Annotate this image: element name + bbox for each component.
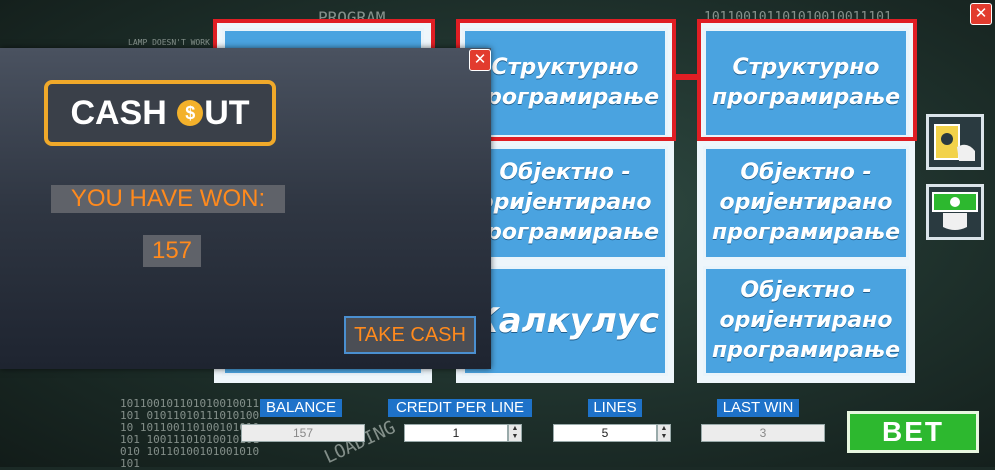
game-close-button[interactable]: ✕ (970, 3, 992, 25)
last-win-field: 3 (701, 424, 825, 442)
take-cash-button[interactable]: TAKE CASH (344, 316, 476, 354)
lines-stepper[interactable]: ▲ ▼ (657, 424, 671, 442)
cashout-logo-text-left: CASH (70, 93, 177, 132)
credit-per-line-stepper[interactable]: ▲ ▼ (508, 424, 522, 442)
win-line-connector (674, 74, 700, 80)
won-label: YOU HAVE WON: (51, 185, 285, 213)
lines-field[interactable]: 5 (553, 424, 657, 442)
credit-per-line-field[interactable]: 1 (404, 424, 508, 442)
credit-per-line-label: CREDIT PER LINE (388, 399, 532, 417)
reel-3-symbol-2: Објектно - оријентирано програмирање (703, 146, 909, 260)
cashout-logo-text-right: UT (204, 93, 250, 132)
coin-icon: $ (177, 100, 204, 126)
win-frame-reel-1 (213, 19, 435, 51)
cash-card-icon[interactable] (926, 114, 984, 170)
cashout-close-button[interactable]: ✕ (469, 49, 491, 71)
money-hand-icon[interactable] (926, 184, 984, 240)
banknote-icon (932, 192, 978, 230)
reel-2-symbol-2: Објектно - оријентирано програмирање (462, 146, 668, 260)
cashout-logo: CASH $ UT (44, 80, 276, 146)
balance-label: BALANCE (260, 399, 342, 417)
chalk-binary-left: 101100101101010010011101 010110101110101… (120, 397, 260, 470)
win-frame-reel-3 (697, 19, 917, 141)
reel-2-symbol-3: Калкулус (462, 266, 668, 376)
won-value: 157 (143, 235, 201, 267)
reel-3-symbol-3: Објектно - оријентирано програмирање (703, 266, 909, 376)
bet-button[interactable]: BET (847, 411, 979, 453)
hand-card-icon (934, 124, 975, 161)
chalk-lamp-text: LAMP DOESN'T WORK (128, 38, 210, 47)
balance-field: 157 (241, 424, 365, 442)
lines-label: LINES (588, 399, 642, 417)
cashout-dialog: CASH $ UT YOU HAVE WON: 157 TAKE CASH (0, 48, 491, 369)
last-win-label: LAST WIN (717, 399, 799, 417)
